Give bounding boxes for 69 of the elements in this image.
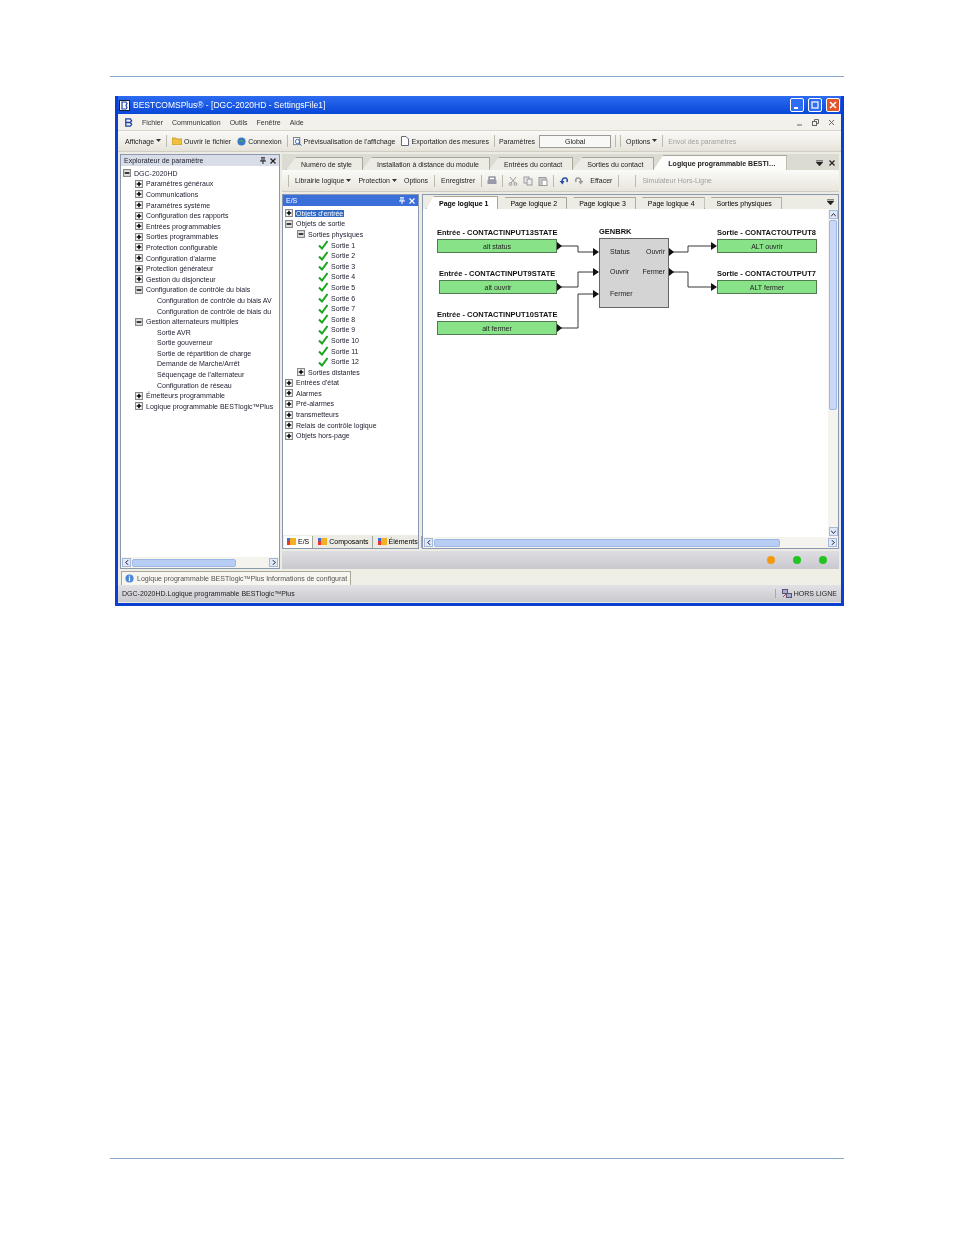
blocks-icon [287, 537, 296, 546]
window-title: BESTCOMSPlus® - [DGC-2020HD - SettingsFile1] [133, 100, 327, 110]
expand-icon[interactable] [135, 190, 143, 199]
expand-icon[interactable] [297, 368, 305, 377]
caret-icon [156, 139, 162, 143]
expand-icon[interactable] [135, 254, 143, 263]
expand-icon[interactable] [135, 275, 143, 284]
blocks-icon [318, 537, 328, 546]
dropdown-icon[interactable] [816, 160, 823, 166]
expand-icon[interactable] [135, 222, 143, 231]
caret-icon [391, 178, 397, 183]
undo-icon[interactable] [559, 175, 570, 186]
close-icon[interactable] [828, 118, 835, 126]
expand-icon[interactable] [135, 243, 143, 252]
scrollbar-thumb[interactable] [434, 538, 780, 547]
app-icon [124, 117, 133, 127]
close-icon[interactable] [829, 160, 835, 166]
expand-icon[interactable] [285, 410, 293, 419]
wire [556, 242, 599, 256]
dropdown-icon[interactable] [827, 199, 834, 205]
expand-icon[interactable] [135, 179, 143, 188]
scroll-left-button[interactable] [424, 538, 433, 547]
close-icon[interactable] [270, 157, 276, 164]
scroll-up-button[interactable] [828, 210, 838, 219]
pin-icon[interactable] [260, 157, 266, 164]
expand-icon[interactable] [285, 431, 293, 440]
scrollbar-thumb[interactable] [132, 558, 236, 567]
minimize-button[interactable] [790, 98, 804, 112]
magnifier-icon [292, 136, 302, 146]
scroll-right-button[interactable] [269, 558, 278, 567]
expand-icon[interactable] [135, 211, 143, 220]
scroll-right-button[interactable] [828, 538, 837, 547]
maximize-button[interactable] [808, 98, 822, 112]
paste-icon[interactable] [538, 175, 549, 186]
expand-icon[interactable] [285, 400, 293, 408]
maximize-icon [811, 101, 819, 109]
close-button[interactable] [826, 98, 840, 112]
redo-icon[interactable] [574, 175, 585, 186]
expand-icon[interactable] [135, 201, 143, 210]
expand-icon[interactable] [285, 209, 293, 218]
collapse-icon[interactable] [135, 285, 143, 294]
scroll-down-button[interactable] [828, 527, 838, 536]
scrollbar-thumb[interactable] [829, 220, 837, 410]
document-icon [401, 136, 410, 146]
caret-icon [346, 178, 352, 183]
expand-icon[interactable] [135, 264, 143, 273]
collapse-icon[interactable] [285, 219, 293, 228]
close-icon [829, 101, 837, 109]
collapse-icon[interactable] [123, 169, 131, 178]
scroll-left-button[interactable] [122, 558, 131, 567]
blocks-icon [377, 537, 387, 546]
network-icon [781, 589, 792, 598]
restore-icon[interactable] [812, 118, 819, 126]
expand-icon[interactable] [135, 232, 143, 241]
globe-icon [237, 136, 247, 146]
expand-icon[interactable] [285, 378, 293, 387]
collapse-icon[interactable] [297, 230, 305, 239]
expand-icon[interactable] [135, 402, 143, 411]
expand-icon[interactable] [285, 421, 293, 430]
folder-icon [172, 137, 183, 145]
caret-icon [652, 139, 658, 143]
expand-icon[interactable] [135, 391, 143, 400]
expand-icon[interactable] [285, 389, 293, 398]
info-icon [125, 574, 134, 583]
app-icon [119, 99, 130, 111]
collapse-icon[interactable] [135, 317, 143, 326]
wire [668, 242, 717, 256]
wire [668, 268, 717, 291]
print-icon[interactable] [487, 175, 498, 186]
